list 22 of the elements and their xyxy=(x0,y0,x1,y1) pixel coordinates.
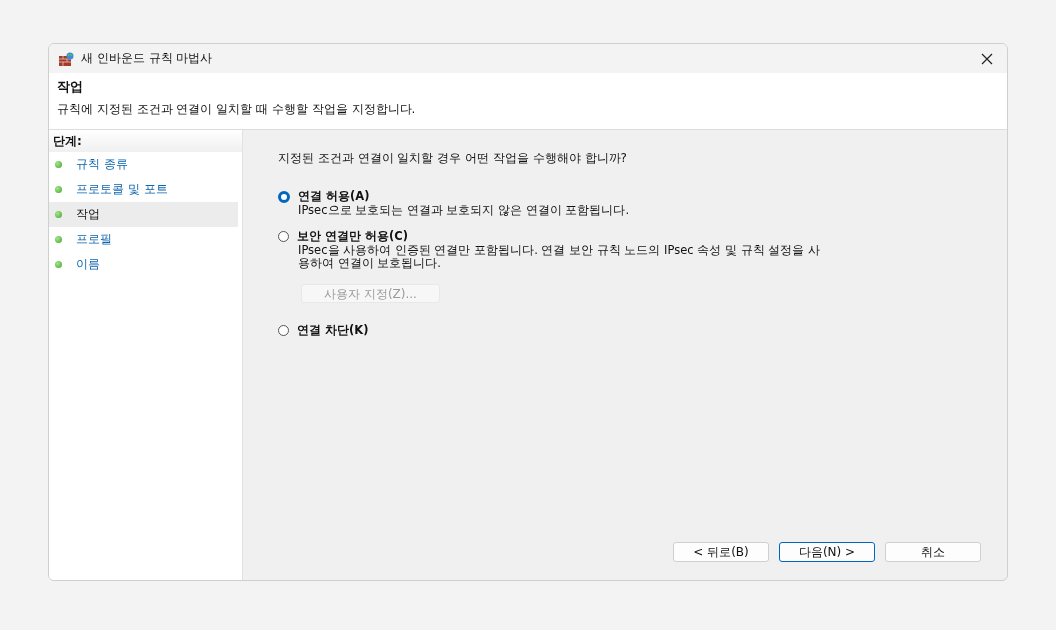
dialog-button[interactable]: 취소 xyxy=(885,542,981,562)
option-description: IPsec을 사용하여 인증된 연결만 포함됩니다. 연결 보안 규칙 노드의 IPsec 속성 및 규칙 설정을 사용하여 연결이 보호됩니다. xyxy=(298,244,821,270)
step-item[interactable]: 이름 xyxy=(49,252,238,277)
window-title: 새 인바운드 규칙 마법사 xyxy=(81,50,214,67)
option-label[interactable]: 연결 차단(K) xyxy=(297,323,369,338)
page-title: 작업 xyxy=(57,78,84,96)
radio-button[interactable] xyxy=(278,231,289,242)
radio-button[interactable] xyxy=(278,190,290,203)
option-label[interactable]: 보안 연결만 허용(C) xyxy=(297,229,408,244)
step-item[interactable]: 규칙 종류 xyxy=(49,152,238,177)
step-item[interactable]: 작업 xyxy=(49,202,238,227)
close-icon xyxy=(981,52,993,65)
option-description: IPsec으로 보호되는 연결과 보호되지 않은 연결이 포함됩니다. xyxy=(298,204,631,217)
dialog-button[interactable]: < 뒤로(B) xyxy=(673,542,769,562)
step-item[interactable]: 프로필 xyxy=(49,227,238,252)
dialog-button[interactable]: 다음(N) > xyxy=(779,542,875,562)
step-item[interactable]: 프로토콜 및 포트 xyxy=(49,177,238,202)
option-label[interactable]: 연결 허용(A) xyxy=(298,189,370,204)
page-description: 규칙에 지정된 조건과 연결이 일치할 때 수행할 작업을 지정합니다. xyxy=(57,101,417,118)
question-text: 지정된 조건과 연결이 일치할 경우 어떤 작업을 수행해야 합니까? xyxy=(278,150,628,167)
radio-button[interactable] xyxy=(278,325,289,336)
firewall-icon xyxy=(58,50,74,67)
